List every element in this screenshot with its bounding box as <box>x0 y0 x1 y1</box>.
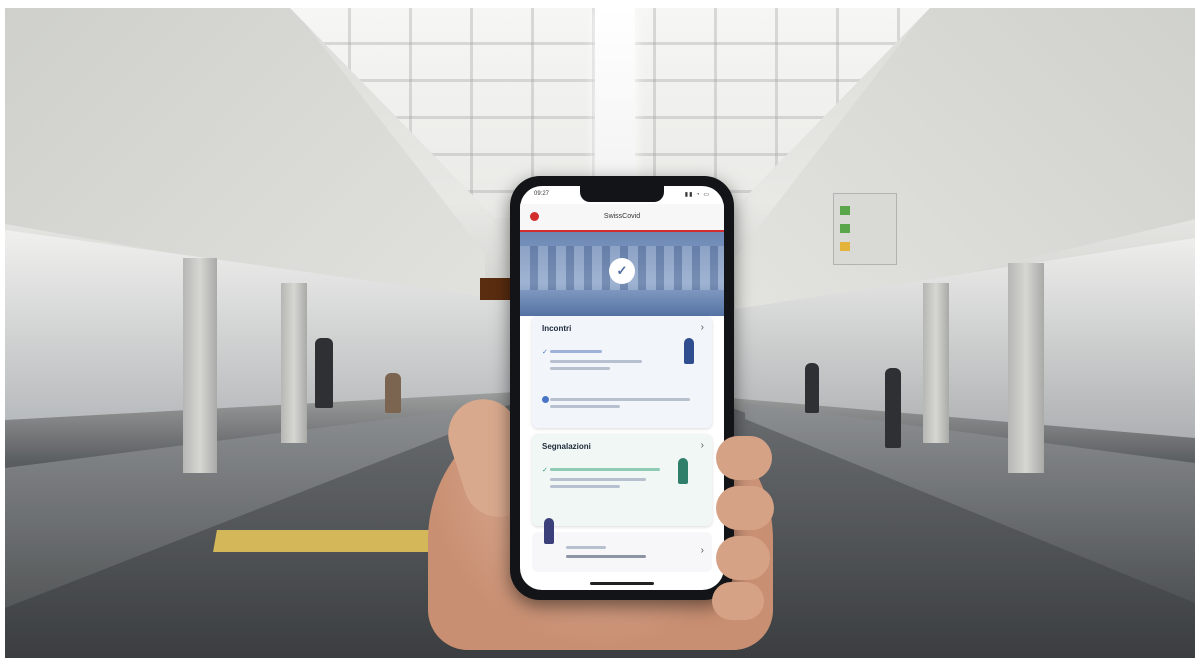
pedestrian <box>885 368 901 448</box>
finger <box>716 486 774 530</box>
person-illustration-icon <box>544 518 554 544</box>
footer-text <box>566 555 646 558</box>
yellow-square-icon <box>840 242 850 251</box>
person-illustration-icon <box>678 458 688 484</box>
phone-notch <box>580 186 664 202</box>
yellow-road-marking <box>213 530 447 552</box>
pillar <box>281 283 307 443</box>
info-icon <box>542 396 549 403</box>
ceiling-light <box>595 8 635 198</box>
reports-card[interactable]: Segnalazioni › ✓ <box>532 434 712 526</box>
direction-sign <box>833 193 897 265</box>
info-text <box>550 398 690 401</box>
finger <box>716 436 772 480</box>
tracing-detail-text <box>550 367 610 370</box>
finger <box>716 536 770 580</box>
app-title: SwissCovid <box>603 213 641 220</box>
pillar <box>1008 263 1044 473</box>
hero-banner: ✓ <box>520 232 724 316</box>
reports-status-text <box>550 468 660 471</box>
pedestrian <box>805 363 819 413</box>
reports-detail-text <box>550 485 620 488</box>
chevron-right-icon: › <box>700 545 704 556</box>
status-time: 09:27 <box>534 191 550 197</box>
tracing-card-title: Incontri <box>542 324 572 333</box>
green-square-icon <box>840 206 850 215</box>
pedestrian <box>385 373 401 413</box>
person-illustration-icon <box>684 338 694 364</box>
tracing-card[interactable]: Incontri › ✓ <box>532 316 712 428</box>
smartphone: 09:27 ▮▮ ◔ ▭ SwissCovid ✓ Incontri › ✓ S… <box>510 176 734 600</box>
tracing-status-text <box>550 350 602 353</box>
swisscovid-logo-icon: ✓ <box>609 258 635 284</box>
tracing-detail-text <box>550 360 642 363</box>
phone-screen: 09:27 ▮▮ ◔ ▭ SwissCovid ✓ Incontri › ✓ S… <box>520 186 724 590</box>
finger <box>712 582 764 620</box>
chevron-right-icon: › <box>700 322 704 333</box>
chevron-right-icon: › <box>700 440 704 451</box>
check-icon: ✓ <box>542 467 548 474</box>
pedestrian <box>315 338 333 408</box>
info-text <box>550 405 620 408</box>
status-indicators: ▮▮ ◔ ▭ <box>684 192 710 198</box>
reports-detail-text <box>550 478 646 481</box>
green-square-icon <box>840 224 850 233</box>
pillar <box>923 283 949 443</box>
app-header: SwissCovid <box>520 204 724 232</box>
home-indicator <box>590 582 654 585</box>
reports-card-title: Segnalazioni <box>542 442 591 451</box>
check-icon: ✓ <box>542 349 548 356</box>
footer-card[interactable]: › <box>532 518 712 572</box>
pillar <box>183 258 217 473</box>
footer-text <box>566 546 606 549</box>
